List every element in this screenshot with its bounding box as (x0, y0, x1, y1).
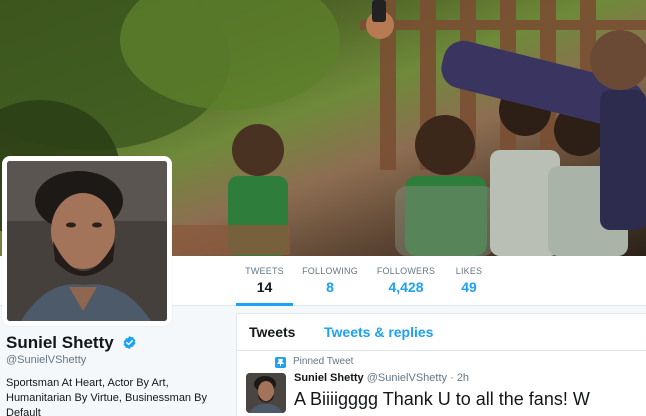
stat-following-label: FOLLOWING (302, 266, 358, 276)
tweet-text: A Biiiigggg Thank U to all the fans! W (294, 389, 590, 409)
tweet-separator-dot: · (450, 372, 454, 384)
pinned-tweet-label: Pinned Tweet (293, 356, 354, 367)
timeline-tabs: Tweets Tweets & replies (236, 313, 646, 351)
tweet-avatar-illustration (246, 373, 286, 413)
stat-tweets-value: 14 (256, 279, 273, 295)
profile-avatar[interactable] (2, 156, 172, 326)
pinned-tweet[interactable]: Pinned Tweet Suniel Shetty @SunielVShett… (236, 351, 646, 416)
profile-name[interactable]: Suniel Shetty (6, 333, 137, 353)
tab-tweets-and-replies[interactable]: Tweets & replies (324, 324, 433, 340)
pin-icon (275, 357, 286, 368)
tweet-author-name[interactable]: Suniel Shetty (294, 372, 364, 384)
stat-followers[interactable]: FOLLOWERS 4,428 (374, 256, 438, 306)
stat-following[interactable]: FOLLOWING 8 (300, 256, 360, 306)
stat-likes[interactable]: LIKES 49 (450, 256, 488, 306)
verified-badge-icon (123, 335, 136, 350)
profile-name-text: Suniel Shetty (6, 333, 114, 352)
tab-tweets[interactable]: Tweets (249, 324, 295, 340)
stat-following-value: 8 (326, 279, 334, 295)
tweet-header: Suniel Shetty @SunielVShetty · 2h (294, 372, 469, 384)
stat-tweets-label: TWEETS (245, 266, 284, 276)
tweet-timestamp[interactable]: 2h (457, 372, 469, 384)
stat-likes-value: 49 (461, 279, 477, 295)
stat-tweets[interactable]: TWEETS 14 (236, 256, 293, 306)
profile-handle[interactable]: @SunielVShetty (6, 354, 86, 366)
avatar-portrait-illustration (7, 161, 167, 321)
tweet-author-avatar[interactable] (246, 373, 286, 413)
stat-likes-label: LIKES (455, 266, 483, 276)
stat-followers-label: FOLLOWERS (376, 266, 436, 276)
tweet-author-handle[interactable]: @SunielVShetty (367, 372, 447, 384)
profile-bio: Sportsman At Heart, Actor By Art, Humani… (6, 377, 207, 416)
stat-followers-value: 4,428 (388, 279, 424, 295)
